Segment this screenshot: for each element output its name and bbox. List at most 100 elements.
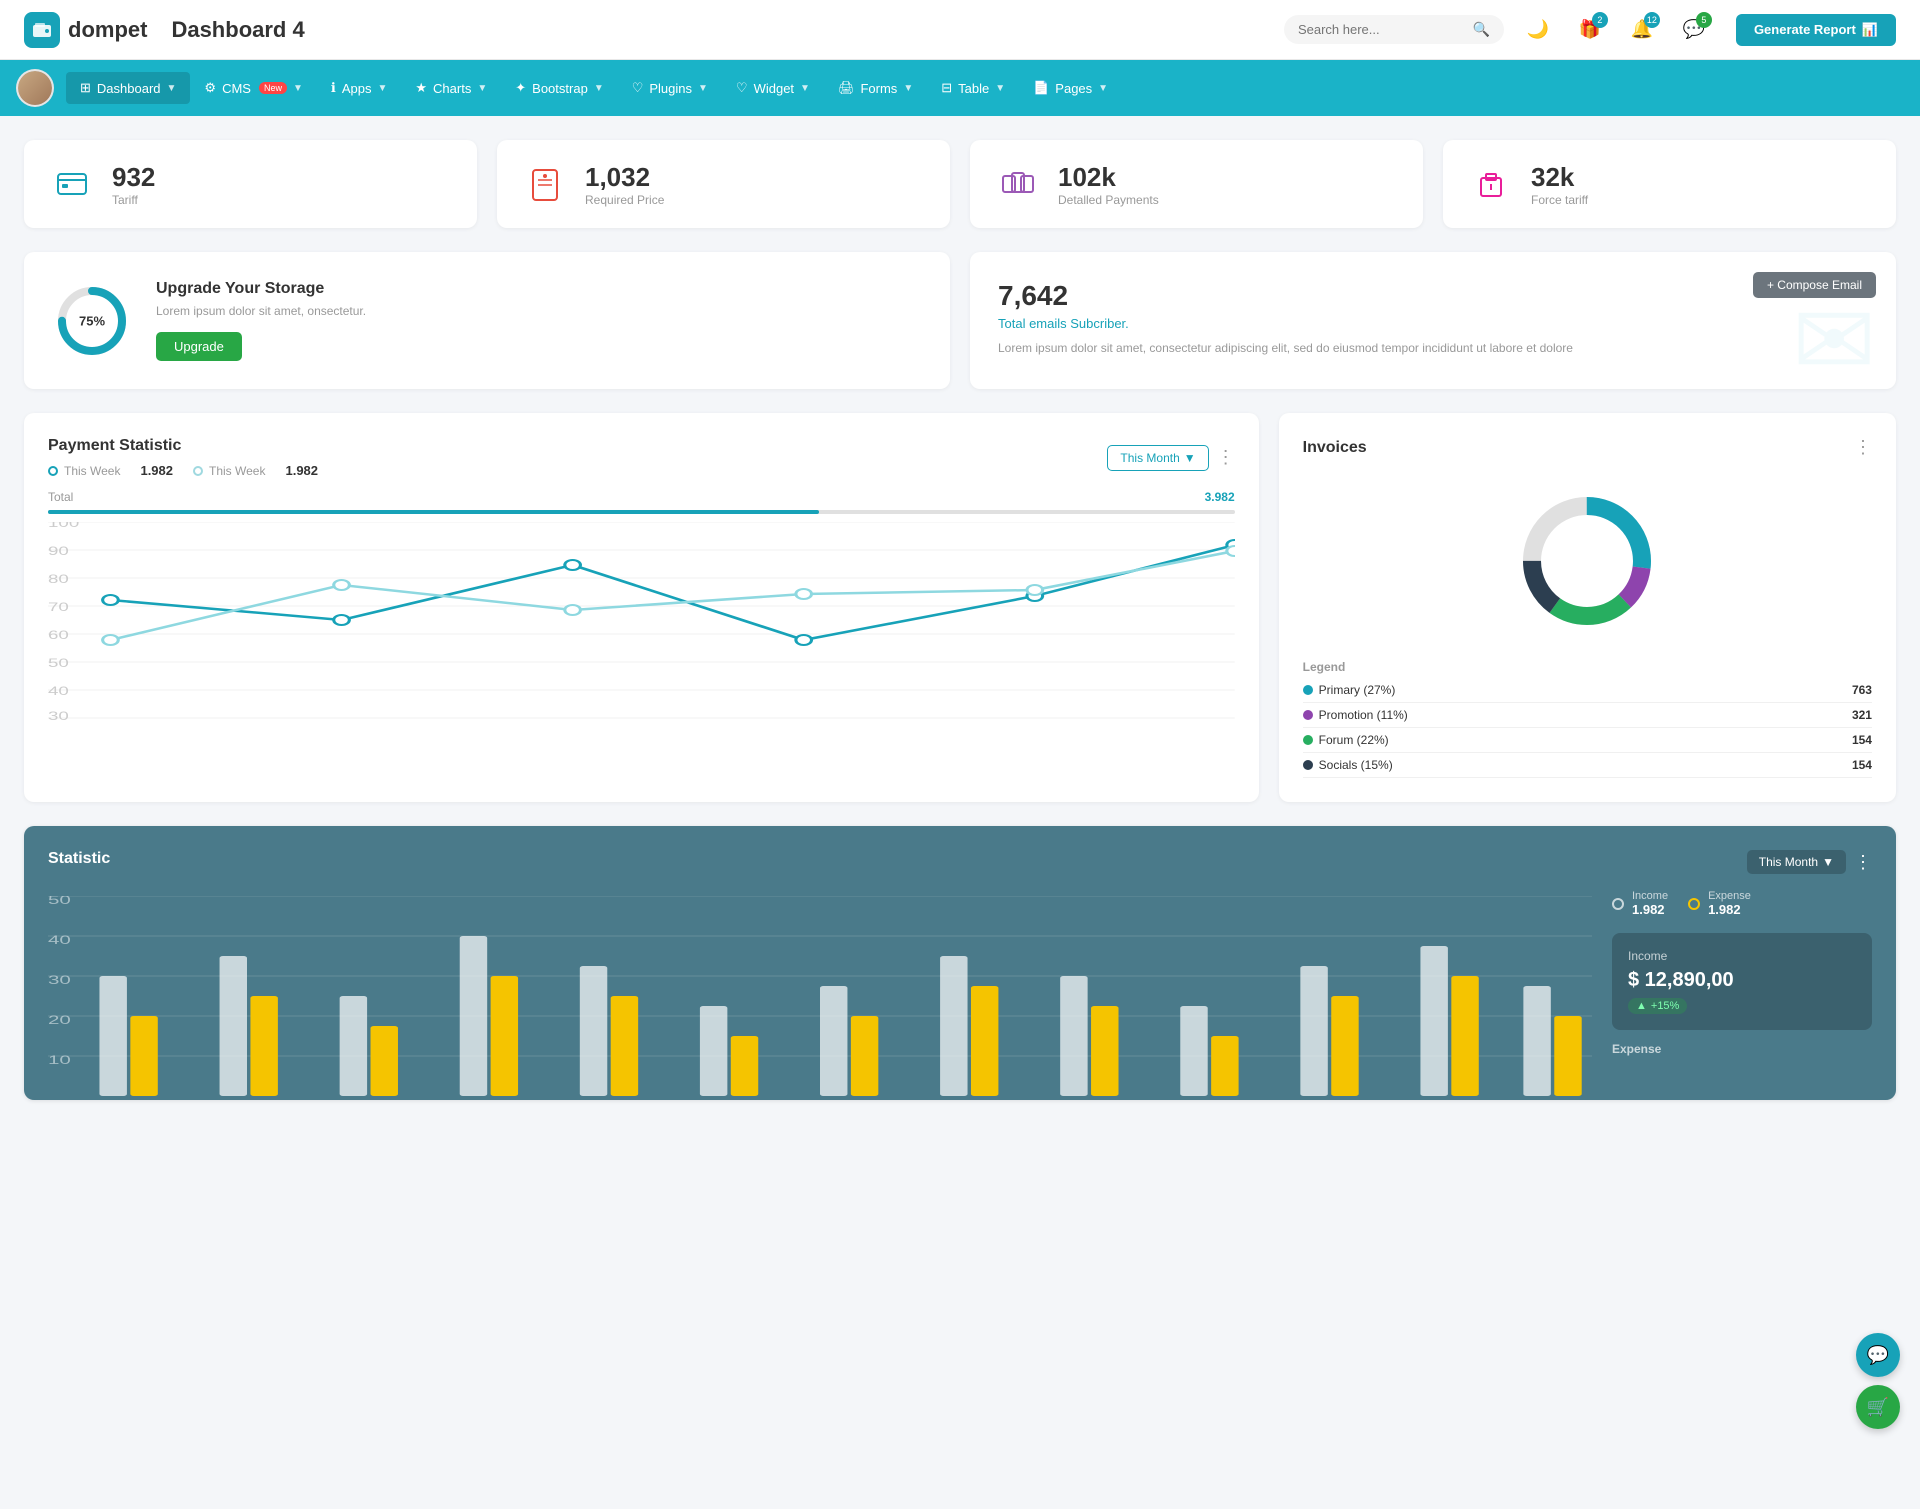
dashboard-arrow: ▼ bbox=[167, 83, 177, 94]
svg-text:80: 80 bbox=[48, 573, 69, 586]
stats-row: 932 Tariff 1,032 Required Price 102k Det… bbox=[24, 140, 1896, 228]
expense-label: Expense bbox=[1708, 890, 1751, 902]
statistic-controls: This Month ▼ ⋮ bbox=[1747, 850, 1872, 874]
income-label: Income bbox=[1632, 890, 1668, 902]
legend-color-socials bbox=[1303, 760, 1313, 770]
pages-arrow: ▼ bbox=[1098, 83, 1108, 94]
progress-bar bbox=[48, 510, 1235, 514]
dashboard-icon: ⊞ bbox=[80, 80, 91, 96]
storage-title: Upgrade Your Storage bbox=[156, 280, 366, 298]
income-change-val: +15% bbox=[1651, 1000, 1679, 1012]
payment-chart-title: Payment Statistic bbox=[48, 437, 318, 455]
nav-item-table[interactable]: ⊟ Table ▼ bbox=[927, 72, 1019, 104]
income-info: Income 1.982 bbox=[1632, 890, 1668, 917]
search-input[interactable] bbox=[1298, 22, 1465, 37]
this-month-button[interactable]: This Month ▼ bbox=[1107, 445, 1208, 471]
income-num: 1.982 bbox=[1632, 902, 1668, 917]
nav-apps-label: Apps bbox=[342, 81, 372, 96]
legend-label-1: This Week bbox=[64, 464, 120, 478]
expense-num: 1.982 bbox=[1708, 902, 1751, 917]
tariff-icon bbox=[48, 160, 96, 208]
statistic-header-row: This Month ▼ ⋮ bbox=[1612, 850, 1872, 874]
expense-section: Expense bbox=[1612, 1042, 1872, 1056]
stat-card-force: 32k Force tariff bbox=[1443, 140, 1896, 228]
table-icon: ⊟ bbox=[941, 80, 952, 96]
nav-item-widget[interactable]: ♡ Widget ▼ bbox=[722, 72, 824, 104]
progress-fill bbox=[48, 510, 819, 514]
storage-percent: 75% bbox=[79, 313, 105, 328]
bell-btn[interactable]: 🔔 12 bbox=[1624, 12, 1660, 48]
payment-chart-header: Payment Statistic This Week 1.982 This W… bbox=[48, 437, 1235, 478]
nav-item-cms[interactable]: ⚙ CMS New ▼ bbox=[190, 72, 316, 104]
navbar: ⊞ Dashboard ▼ ⚙ CMS New ▼ ℹ Apps ▼ ★ Cha… bbox=[0, 60, 1920, 116]
nav-item-plugins[interactable]: ♡ Plugins ▼ bbox=[618, 72, 722, 104]
nav-item-apps[interactable]: ℹ Apps ▼ bbox=[317, 72, 402, 104]
invoice-donut-svg bbox=[1512, 486, 1662, 636]
chat-badge: 5 bbox=[1696, 12, 1712, 28]
payment-more-button[interactable]: ⋮ bbox=[1217, 447, 1235, 468]
legend-color-promo bbox=[1303, 710, 1313, 720]
force-info: 32k Force tariff bbox=[1531, 162, 1588, 207]
gift-btn[interactable]: 🎁 2 bbox=[1572, 12, 1608, 48]
legend-val-socials: 154 bbox=[1852, 758, 1872, 772]
apps-arrow: ▼ bbox=[377, 83, 387, 94]
svg-text:40: 40 bbox=[48, 685, 69, 698]
forms-icon: 🖨 bbox=[838, 80, 855, 96]
nav-item-charts[interactable]: ★ Charts ▼ bbox=[401, 72, 501, 104]
table-arrow: ▼ bbox=[995, 83, 1005, 94]
legend-row-forum: Forum (22%) 154 bbox=[1303, 728, 1872, 753]
invoices-more-button[interactable]: ⋮ bbox=[1854, 437, 1872, 458]
price-icon bbox=[521, 160, 569, 208]
legend-dot-2 bbox=[193, 466, 203, 476]
charts-icon: ★ bbox=[415, 80, 427, 96]
income-item: Income 1.982 bbox=[1612, 890, 1668, 917]
legend-item-1: This Week bbox=[48, 463, 120, 478]
header-icons: 🌙 🎁 2 🔔 12 💬 5 Generate Report 📊 bbox=[1520, 12, 1896, 48]
svg-text:40: 40 bbox=[48, 933, 71, 947]
invoices-title: Invoices bbox=[1303, 439, 1367, 457]
payment-chart-card: Payment Statistic This Week 1.982 This W… bbox=[24, 413, 1259, 802]
legend-dot-1 bbox=[48, 466, 58, 476]
chat-btn[interactable]: 💬 5 bbox=[1676, 12, 1712, 48]
float-chat-button[interactable]: 💬 bbox=[1856, 1333, 1900, 1377]
nav-dashboard-label: Dashboard bbox=[97, 81, 161, 96]
nav-pages-label: Pages bbox=[1055, 81, 1092, 96]
email-bg-icon: ✉ bbox=[1792, 282, 1876, 389]
legend-left-primary: Primary (27%) bbox=[1303, 683, 1396, 697]
nav-item-pages[interactable]: 📄 Pages ▼ bbox=[1019, 72, 1122, 104]
legend-left-socials: Socials (15%) bbox=[1303, 758, 1393, 772]
statistic-title: Statistic bbox=[48, 850, 110, 868]
generate-report-label: Generate Report bbox=[1754, 22, 1856, 37]
force-label: Force tariff bbox=[1531, 193, 1588, 207]
nav-cms-label: CMS bbox=[222, 81, 251, 96]
nav-avatar bbox=[16, 69, 54, 107]
storage-info: Upgrade Your Storage Lorem ipsum dolor s… bbox=[156, 280, 366, 361]
nav-item-bootstrap[interactable]: ✦ Bootstrap ▼ bbox=[501, 72, 617, 104]
search-box[interactable]: 🔍 bbox=[1284, 15, 1504, 44]
this-month-label: This Month bbox=[1120, 451, 1179, 465]
bootstrap-arrow: ▼ bbox=[594, 83, 604, 94]
float-cart-button[interactable]: 🛒 bbox=[1856, 1385, 1900, 1429]
cms-arrow: ▼ bbox=[293, 83, 303, 94]
logo: dompet bbox=[24, 12, 147, 48]
statistic-more-button[interactable]: ⋮ bbox=[1854, 852, 1872, 873]
moon-btn[interactable]: 🌙 bbox=[1520, 12, 1556, 48]
nav-bootstrap-label: Bootstrap bbox=[532, 81, 588, 96]
expense-section-label: Expense bbox=[1612, 1042, 1872, 1056]
payments-icon bbox=[994, 160, 1042, 208]
nav-item-dashboard[interactable]: ⊞ Dashboard ▼ bbox=[66, 72, 190, 104]
invoices-legend: Legend Primary (27%) 763 Promotion (11%)… bbox=[1303, 660, 1872, 778]
statistic-month-button[interactable]: This Month ▼ bbox=[1747, 850, 1846, 874]
upgrade-button[interactable]: Upgrade bbox=[156, 332, 242, 361]
cms-icon: ⚙ bbox=[204, 80, 216, 96]
generate-report-button[interactable]: Generate Report 📊 bbox=[1736, 14, 1896, 46]
legend-label-promo: Promotion (11%) bbox=[1319, 708, 1408, 722]
tariff-info: 932 Tariff bbox=[112, 162, 155, 207]
income-panel-amount: $ 12,890,00 bbox=[1628, 969, 1856, 992]
nav-widget-label: Widget bbox=[754, 81, 794, 96]
nav-item-forms[interactable]: 🖨 Forms ▼ bbox=[824, 72, 927, 104]
svg-text:100: 100 bbox=[48, 522, 80, 530]
stat-card-payments: 102k Detalled Payments bbox=[970, 140, 1423, 228]
legend-row-promo: Promotion (11%) 321 bbox=[1303, 703, 1872, 728]
line-chart-svg: 100 90 80 70 60 50 40 30 bbox=[48, 522, 1235, 722]
